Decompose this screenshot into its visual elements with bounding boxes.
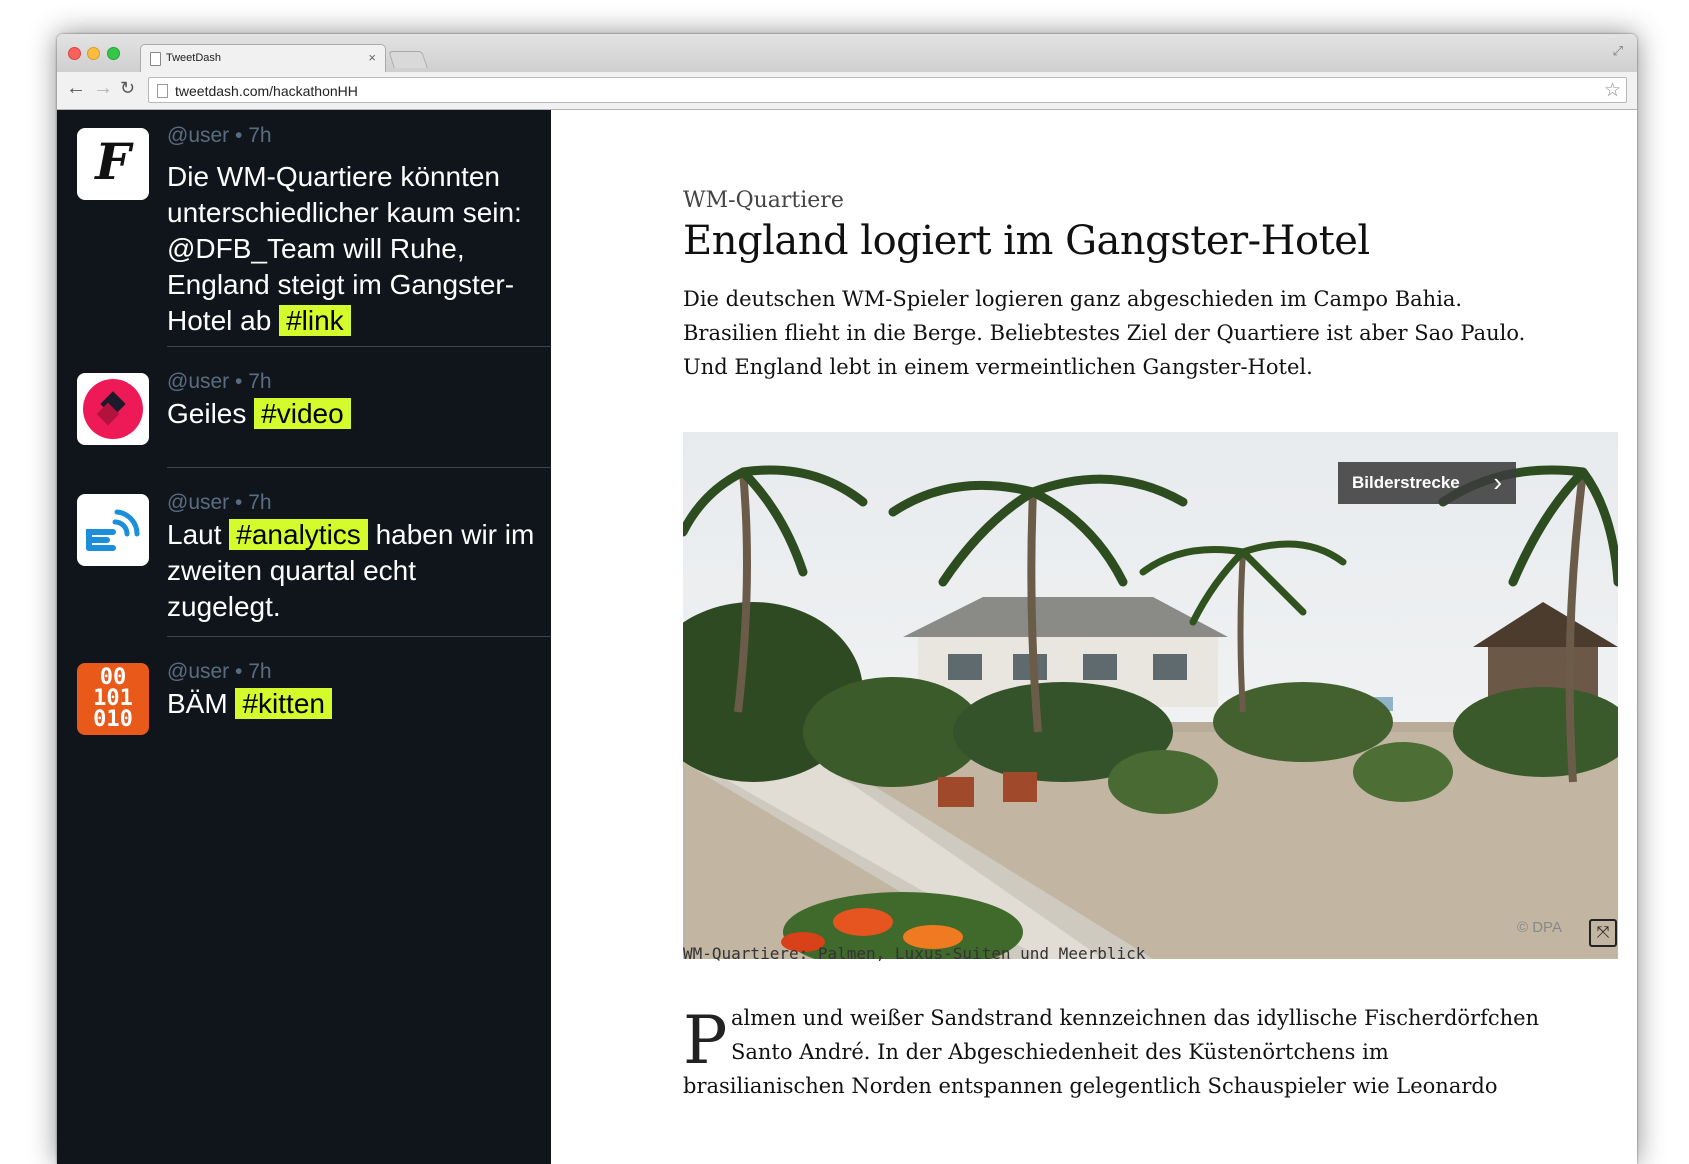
- tweet-text: BÄM #kitten: [167, 686, 537, 722]
- tweet-time: 7h: [248, 660, 272, 683]
- address-bar[interactable]: tweetdash.com/hackathonHH ☆: [148, 77, 1627, 103]
- divider: [167, 636, 551, 637]
- article-body-line: brasilianischen Norden entspannen gelege…: [683, 1074, 1498, 1098]
- zoom-window-button[interactable]: [107, 47, 120, 60]
- bookmark-star-icon[interactable]: ☆: [1604, 79, 1621, 102]
- forward-arrow-icon[interactable]: →: [93, 78, 113, 98]
- photo-credit: © DPA: [1517, 919, 1562, 936]
- meta-separator: •: [235, 491, 243, 514]
- tweet-body: Geiles: [167, 398, 247, 429]
- chevron-right-icon: ›: [1493, 467, 1502, 497]
- article-body-line: Santo André. In der Abgeschiedenheit des…: [731, 1040, 1389, 1064]
- browser-window: TweetDash × ⤢ ← → ↻ tweetdash.com/hackat…: [57, 34, 1637, 1164]
- page-icon: [157, 84, 168, 98]
- tweet-handle[interactable]: @user: [167, 491, 229, 514]
- faz-logo-icon: F: [77, 128, 149, 200]
- video-logo-icon: [77, 373, 149, 445]
- tab-close-icon[interactable]: ×: [368, 50, 376, 65]
- tweet-text: Geiles #video: [167, 396, 537, 432]
- tab-bar: TweetDash × ⤢: [57, 34, 1637, 72]
- gallery-label: Bilderstrecke: [1352, 473, 1460, 492]
- hashtag-link[interactable]: #analytics: [229, 519, 368, 550]
- new-tab-button[interactable]: [388, 51, 428, 68]
- hashtag-link[interactable]: #kitten: [235, 688, 332, 719]
- expand-icon[interactable]: ⤧: [1589, 919, 1617, 947]
- tweet-handle[interactable]: @user: [167, 124, 229, 147]
- article-headline: England logiert im Gangster-Hotel: [683, 218, 1370, 264]
- tweet-time: 7h: [248, 491, 272, 514]
- url-text[interactable]: tweetdash.com/hackathonHH: [175, 83, 358, 99]
- browser-toolbar: ← → ↻ tweetdash.com/hackathonHH ☆: [57, 72, 1637, 110]
- close-window-button[interactable]: [68, 47, 81, 60]
- back-arrow-icon[interactable]: ←: [66, 78, 86, 98]
- drop-cap: P: [683, 1002, 728, 1079]
- tweet-body: Laut: [167, 519, 222, 550]
- article-photo[interactable]: Bilderstrecke ›: [683, 432, 1618, 959]
- meta-separator: •: [235, 660, 243, 683]
- tweet-text: Laut #analytics haben wir im zweiten qua…: [167, 517, 537, 625]
- binary-logo-line: 00: [99, 665, 127, 690]
- reload-icon[interactable]: ↻: [120, 78, 135, 98]
- tweet-handle[interactable]: @user: [167, 370, 229, 393]
- tweet-time: 7h: [248, 124, 272, 147]
- tweet-handle[interactable]: @user: [167, 660, 229, 683]
- hashtag-link[interactable]: #video: [254, 398, 351, 429]
- binary-logo-icon: 00 101 010: [77, 663, 149, 735]
- page-icon: [150, 52, 161, 66]
- article-kicker: WM-Quartiere: [683, 188, 844, 213]
- photo-caption: WM-Quartiere: Palmen, Luxus-Suiten und M…: [683, 944, 1146, 963]
- minimize-window-button[interactable]: [87, 47, 100, 60]
- analytics-logo-graphic: [86, 509, 140, 551]
- tweet-meta: @user • 7h: [167, 660, 272, 684]
- tweet-time: 7h: [248, 370, 272, 393]
- tweet-meta: @user • 7h: [167, 370, 272, 394]
- article-body-line: almen und weißer Sandstrand kennzeichnen…: [731, 1006, 1540, 1030]
- gallery-button[interactable]: Bilderstrecke ›: [1338, 462, 1516, 504]
- tweet-body: BÄM: [167, 688, 228, 719]
- resort-photo-illustration: [683, 432, 1618, 959]
- divider: [167, 467, 551, 468]
- tweet-meta: @user • 7h: [167, 491, 272, 515]
- analytics-logo-icon: [77, 494, 149, 566]
- binary-logo-line: 101: [93, 686, 133, 711]
- tab-title: TweetDash: [166, 52, 222, 64]
- fullscreen-icon[interactable]: ⤢: [1613, 43, 1623, 59]
- tweet-meta: @user • 7h: [167, 124, 272, 148]
- hashtag-link[interactable]: #link: [279, 305, 351, 336]
- article-view: WM-Quartiere England logiert im Gangster…: [551, 110, 1637, 1164]
- divider: [167, 346, 551, 347]
- meta-separator: •: [235, 124, 243, 147]
- article-lead: Die deutschen WM-Spieler logieren ganz a…: [683, 287, 1526, 379]
- tweet-text: Die WM-Quartiere könnten unterschiedlich…: [167, 159, 537, 339]
- browser-tab[interactable]: TweetDash ×: [140, 44, 386, 72]
- tweet-sidebar: F @user • 7h Die WM-Quartiere könnten un…: [57, 110, 551, 1164]
- meta-separator: •: [235, 370, 243, 393]
- binary-logo-line: 010: [93, 707, 133, 732]
